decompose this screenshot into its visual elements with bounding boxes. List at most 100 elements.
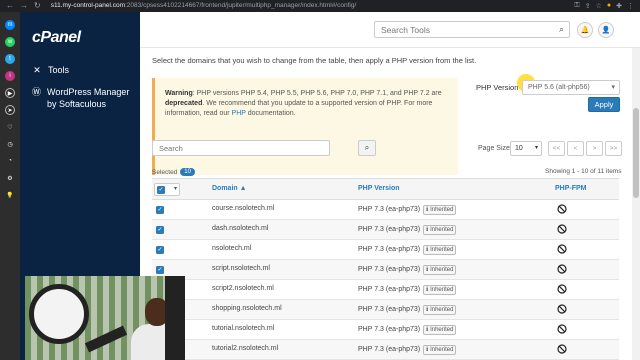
chevron-down-icon: ▾ — [611, 84, 615, 91]
php-version-cell: PHP 7.3 (ea-php73) ℹ Inherited — [358, 345, 457, 355]
inherited-label: Inherited — [430, 287, 454, 293]
table-row[interactable]: ✓ dash.nsolotech.ml PHP 7.3 (ea-php73) ℹ In… — [152, 220, 619, 240]
warning-deprecated: deprecated — [165, 100, 203, 107]
search-tools-field[interactable]: ⌕ — [374, 21, 570, 38]
cpanel-logo[interactable]: cPanel — [32, 29, 81, 47]
php-version-select[interactable]: PHP 5.6 (alt-php56) ▾ — [522, 80, 620, 95]
disabled-icon — [557, 304, 567, 314]
select-all-checkbox[interactable]: ✓ — [157, 186, 165, 194]
sidebar-item-wordpress[interactable]: Ⓦ WordPress Manager by Softaculous — [32, 86, 136, 110]
back-icon[interactable]: ← — [6, 0, 14, 12]
select-all-control[interactable]: ✓ ▾ — [154, 183, 180, 196]
menu-icon[interactable]: ⋮ — [627, 2, 634, 10]
row-checkbox[interactable]: ✓ — [156, 246, 164, 254]
last-page-button[interactable]: >> — [605, 141, 622, 156]
domain-search-input[interactable] — [153, 141, 329, 155]
sidebar-item-tools[interactable]: ✕ Tools — [32, 64, 69, 76]
prev-page-button[interactable]: < — [567, 141, 584, 156]
apply-button[interactable]: Apply — [588, 97, 620, 112]
domain-cell: dash.nsolotech.ml — [212, 225, 269, 232]
selected-indicator: Selected 10 — [152, 168, 195, 176]
domain-search-field[interactable] — [152, 140, 330, 156]
chevron-down-icon[interactable]: ▾ — [174, 185, 177, 192]
heart-icon[interactable]: ♡ — [5, 122, 15, 132]
puzzle-icon[interactable]: ✚ — [616, 2, 622, 10]
table-row[interactable]: ✓ nsolotech.ml PHP 7.3 (ea-php73) ℹ Inherit… — [152, 240, 619, 260]
search-icon: ⌕ — [558, 24, 564, 34]
tools-icon: ✕ — [33, 65, 41, 75]
sidebar-item-label: WordPress Manager by Softaculous — [47, 87, 130, 109]
table-row[interactable]: ✓tutorial2.nsolotech.mlPHP 7.3 (ea-php73… — [152, 340, 619, 360]
check-icon: ✓ — [156, 206, 164, 214]
forward-icon[interactable]: → — [20, 0, 28, 12]
php-version-cell: PHP 7.3 (ea-php73) ℹ Inherited — [358, 205, 457, 215]
php-version-label: PHP Version — [476, 83, 519, 92]
page-scrollbar[interactable] — [632, 48, 640, 360]
domain-cell: tutorial.nsolotech.ml — [212, 325, 275, 332]
extension-icon[interactable]: ● — [607, 2, 611, 10]
disabled-icon — [557, 264, 567, 274]
column-php-version[interactable]: PHP Version — [358, 185, 400, 192]
php-version-text: PHP 7.3 (ea-php73) — [358, 306, 421, 313]
send-icon[interactable]: ➤ — [5, 105, 15, 115]
search-tools-input[interactable] — [375, 22, 569, 37]
php-version-cell: PHP 7.3 (ea-php73) ℹ Inherited — [358, 265, 457, 275]
first-page-button[interactable]: << — [548, 141, 565, 156]
user-icon[interactable]: 👤 — [598, 22, 614, 38]
clock-icon[interactable]: ◔ — [5, 156, 15, 166]
notifications-icon[interactable]: 🔔 — [577, 22, 593, 38]
selected-count-badge: 10 — [180, 168, 195, 176]
table-row[interactable]: ✓ script.nsolotech.ml PHP 7.3 (ea-php73) ℹ … — [152, 260, 619, 280]
page-size-value: 10 — [515, 145, 523, 152]
domain-cell: nsolotech.ml — [212, 245, 252, 252]
inherited-badge: ℹ Inherited — [423, 285, 457, 295]
php-version-text: PHP 7.3 (ea-php73) — [358, 206, 421, 213]
warning-text-3: documentation. — [245, 110, 296, 117]
php-version-cell: PHP 7.3 (ea-php73) ℹ Inherited — [358, 305, 457, 315]
history-icon[interactable]: ◷ — [5, 139, 15, 149]
domains-table: ✓ ▾ Domain ▲ PHP Version PHP-FPM ✓ course… — [152, 178, 619, 360]
php-version-text: PHP 7.3 (ea-php73) — [358, 246, 421, 253]
search-button[interactable]: ⌕ — [358, 140, 376, 156]
browser-toolbar: ← → ↻ s11.my-control-panel.com:2083/cpse… — [0, 0, 640, 12]
bulb-icon[interactable]: 💡 — [5, 190, 15, 200]
reload-icon[interactable]: ↻ — [34, 0, 41, 12]
webcam-edge — [165, 276, 185, 360]
row-checkbox[interactable]: ✓ — [156, 266, 164, 274]
row-checkbox[interactable]: ✓ — [156, 206, 164, 214]
warning-text-2: . We recommend that you update to a supp… — [165, 100, 433, 117]
next-page-button[interactable]: > — [586, 141, 603, 156]
inherited-label: Inherited — [430, 347, 454, 353]
star-icon[interactable]: ☆ — [596, 2, 602, 10]
table-row[interactable]: ✓script2.nsolotech.mlPHP 7.3 (ea-php73)ℹ… — [152, 280, 619, 300]
instagram-icon[interactable]: i — [5, 71, 15, 81]
key-icon[interactable]: ⚿ — [574, 2, 579, 10]
telegram-icon[interactable]: t — [5, 54, 15, 64]
url-host: s11.my-control-panel.com — [50, 2, 125, 9]
check-icon: ✓ — [156, 226, 164, 234]
warning-label: Warning — [165, 90, 193, 97]
inherited-label: Inherited — [430, 227, 454, 233]
scrollbar-thumb[interactable] — [633, 108, 639, 198]
disabled-icon — [557, 244, 567, 254]
php-doc-link[interactable]: PHP — [232, 110, 246, 117]
address-bar[interactable]: s11.my-control-panel.com:2083/cpsess4102… — [51, 0, 357, 12]
app-rail: m w t i ▶ ➤ ♡ ◷ ◔ ⚙ 💡 — [0, 12, 20, 360]
disabled-icon — [557, 284, 567, 294]
page-size-select[interactable]: 10 ▾ — [510, 141, 542, 156]
settings-icon[interactable]: ⚙ — [5, 173, 15, 183]
column-domain[interactable]: Domain ▲ — [212, 185, 247, 192]
whatsapp-icon[interactable]: w — [5, 37, 15, 47]
webcam-overlay — [25, 276, 185, 360]
php-version-text: PHP 7.3 (ea-php73) — [358, 266, 421, 273]
table-row[interactable]: ✓tutorial.nsolotech.mlPHP 7.3 (ea-php73)… — [152, 320, 619, 340]
messenger-icon[interactable]: m — [5, 20, 15, 30]
php-version-cell: PHP 7.3 (ea-php73) ℹ Inherited — [358, 225, 457, 235]
row-checkbox[interactable]: ✓ — [156, 226, 164, 234]
table-row[interactable]: ✓shopping.nsolotech.mlPHP 7.3 (ea-php73)… — [152, 300, 619, 320]
check-icon: ✓ — [156, 246, 164, 254]
table-row[interactable]: ✓ course.nsolotech.ml PHP 7.3 (ea-php73) ℹ … — [152, 200, 619, 220]
php-version-text: PHP 7.3 (ea-php73) — [358, 286, 421, 293]
share-icon[interactable]: ⇪ — [585, 2, 591, 10]
play-icon[interactable]: ▶ — [5, 88, 15, 98]
